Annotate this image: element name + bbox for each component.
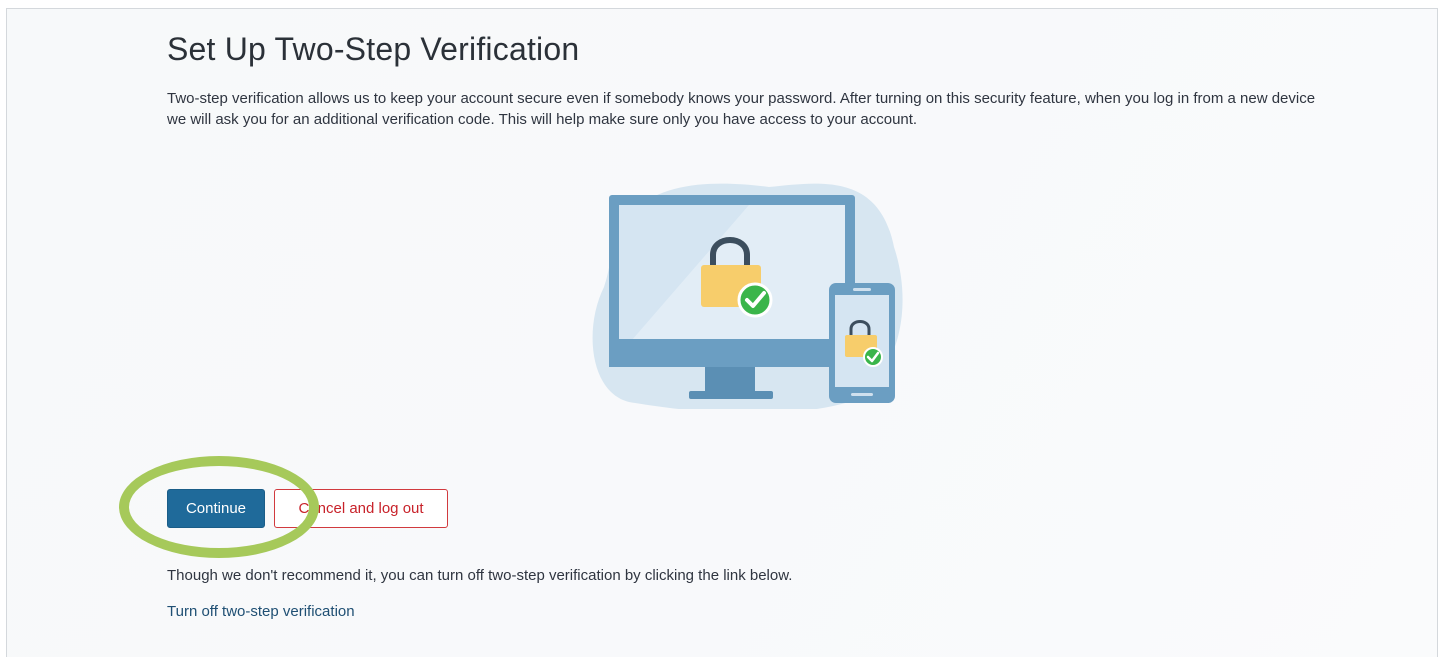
page-panel: Set Up Two-Step Verification Two-step ve…: [6, 8, 1438, 657]
two-step-illustration: [592, 183, 903, 409]
page-title: Set Up Two-Step Verification: [167, 31, 580, 67]
phone-icon: [829, 283, 895, 403]
turn-off-note: Though we don't recommend it, you can tu…: [167, 567, 793, 584]
turn-off-two-step-link[interactable]: Turn off two-step verification: [167, 603, 355, 620]
page-description: Two-step verification allows us to keep …: [167, 90, 1316, 128]
cancel-and-logout-button[interactable]: Cancel and log out: [274, 489, 448, 528]
continue-button[interactable]: Continue: [167, 489, 265, 528]
